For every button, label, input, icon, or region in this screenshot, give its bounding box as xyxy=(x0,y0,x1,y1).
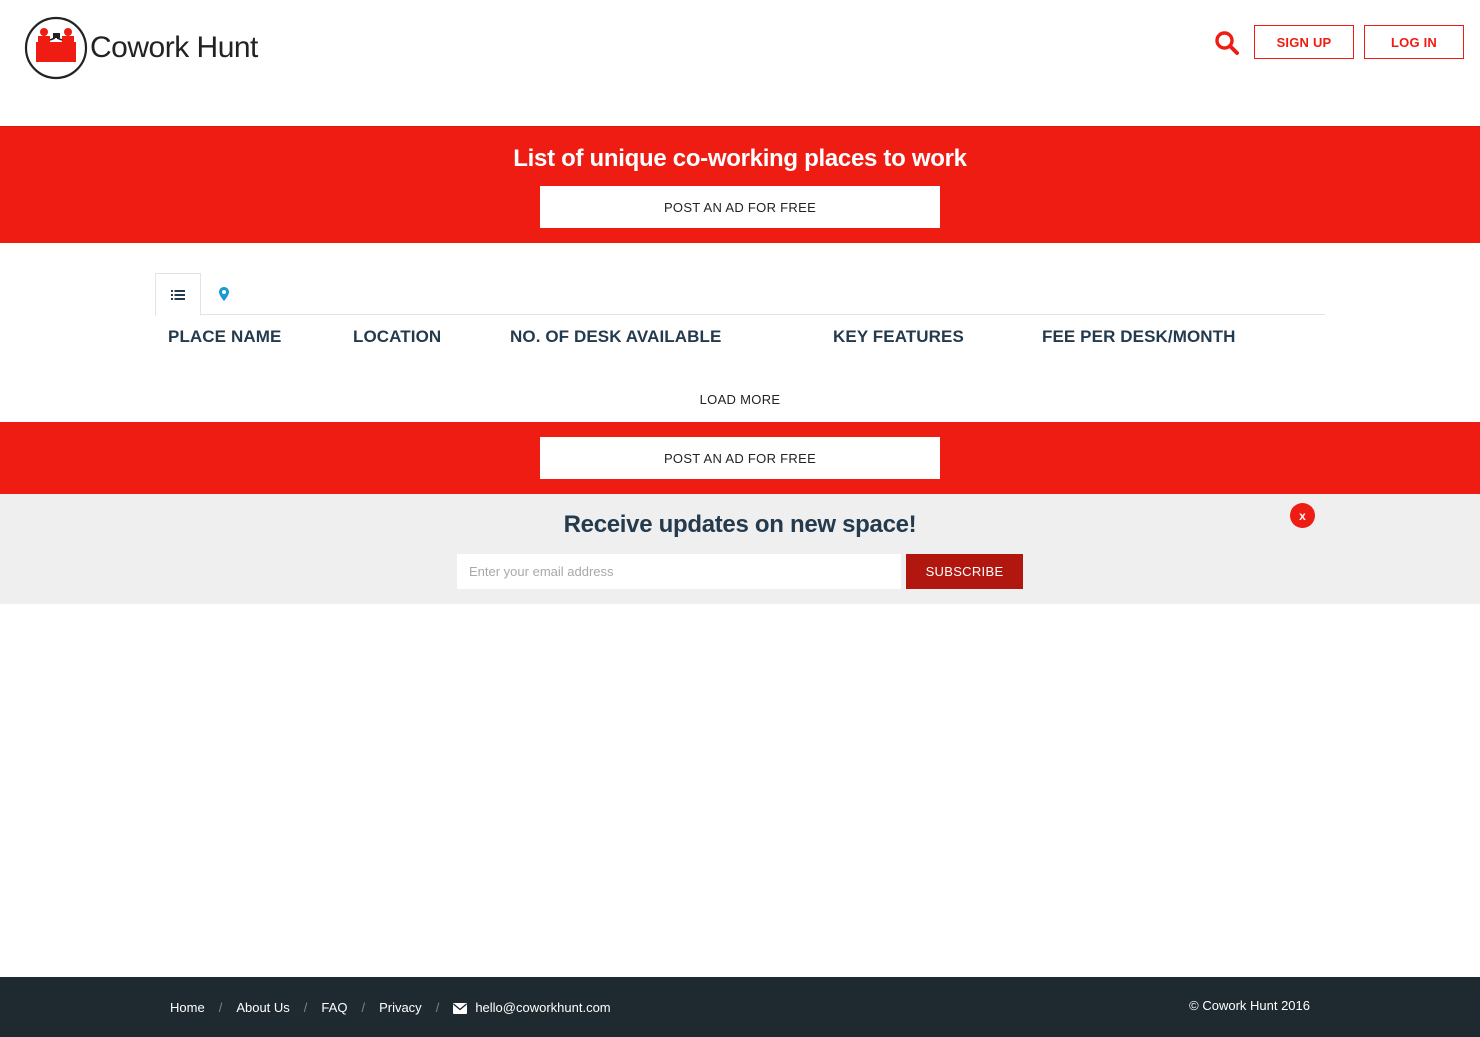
envelope-icon xyxy=(453,1002,468,1014)
subscribe-panel: Receive updates on new space! SUBSCRIBE … xyxy=(0,494,1480,604)
hero-banner: List of unique co-working places to work… xyxy=(0,126,1480,243)
email-input[interactable] xyxy=(457,554,901,589)
footer-separator: / xyxy=(435,999,440,1015)
tab-list-view[interactable] xyxy=(155,273,201,316)
post-ad-button[interactable]: POST AN AD FOR FREE xyxy=(540,186,940,228)
column-header-key-features: KEY FEATURES xyxy=(833,327,964,346)
footer-nav: Home / About Us / FAQ / Privacy / hello@… xyxy=(170,998,611,1016)
view-tabs xyxy=(155,273,1325,316)
tab-map-view[interactable] xyxy=(201,273,247,315)
footer-link-home[interactable]: Home xyxy=(170,1000,205,1015)
footer-separator: / xyxy=(361,999,366,1015)
footer-email-link[interactable]: hello@coworkhunt.com xyxy=(453,999,611,1015)
site-footer: Home / About Us / FAQ / Privacy / hello@… xyxy=(0,977,1480,1037)
sign-up-button[interactable]: SIGN UP xyxy=(1254,25,1354,59)
subscribe-title: Receive updates on new space! xyxy=(563,511,917,538)
listing-table-header: PLACE NAME LOCATION NO. OF DESK AVAILABL… xyxy=(0,327,1480,349)
logo-icon xyxy=(24,16,88,80)
footer-email-text: hello@coworkhunt.com xyxy=(475,999,611,1015)
site-logo[interactable]: Cowork Hunt xyxy=(24,16,264,80)
post-ad-button-bottom[interactable]: POST AN AD FOR FREE xyxy=(540,437,940,479)
footer-link-privacy[interactable]: Privacy xyxy=(379,1000,422,1015)
footer-separator: / xyxy=(303,999,308,1015)
column-header-location: LOCATION xyxy=(353,327,442,346)
map-marker-icon xyxy=(219,287,229,301)
subscribe-button[interactable]: SUBSCRIBE xyxy=(906,554,1023,589)
site-header: Cowork Hunt SIGN UP LOG IN xyxy=(0,0,1480,126)
column-header-place-name: PLACE NAME xyxy=(168,327,282,346)
column-header-desks-available: NO. OF DESK AVAILABLE xyxy=(510,327,722,346)
load-more-link[interactable]: LOAD MORE xyxy=(0,392,1480,407)
column-header-fee-per-desk: FEE PER DESK/MONTH xyxy=(1042,327,1236,346)
page-title: List of unique co-working places to work xyxy=(513,145,967,172)
footer-link-faq[interactable]: FAQ xyxy=(321,1000,347,1015)
post-ad-band: POST AN AD FOR FREE xyxy=(0,422,1480,494)
close-subscribe-button[interactable]: x xyxy=(1290,503,1315,528)
list-icon xyxy=(171,289,185,300)
footer-separator: / xyxy=(218,999,223,1015)
log-in-button[interactable]: LOG IN xyxy=(1364,25,1464,59)
logo-text: Cowork Hunt xyxy=(90,31,258,64)
footer-link-about[interactable]: About Us xyxy=(236,1000,289,1015)
search-icon[interactable] xyxy=(1212,28,1242,58)
copyright-text: © Cowork Hunt 2016 xyxy=(1189,998,1310,1013)
